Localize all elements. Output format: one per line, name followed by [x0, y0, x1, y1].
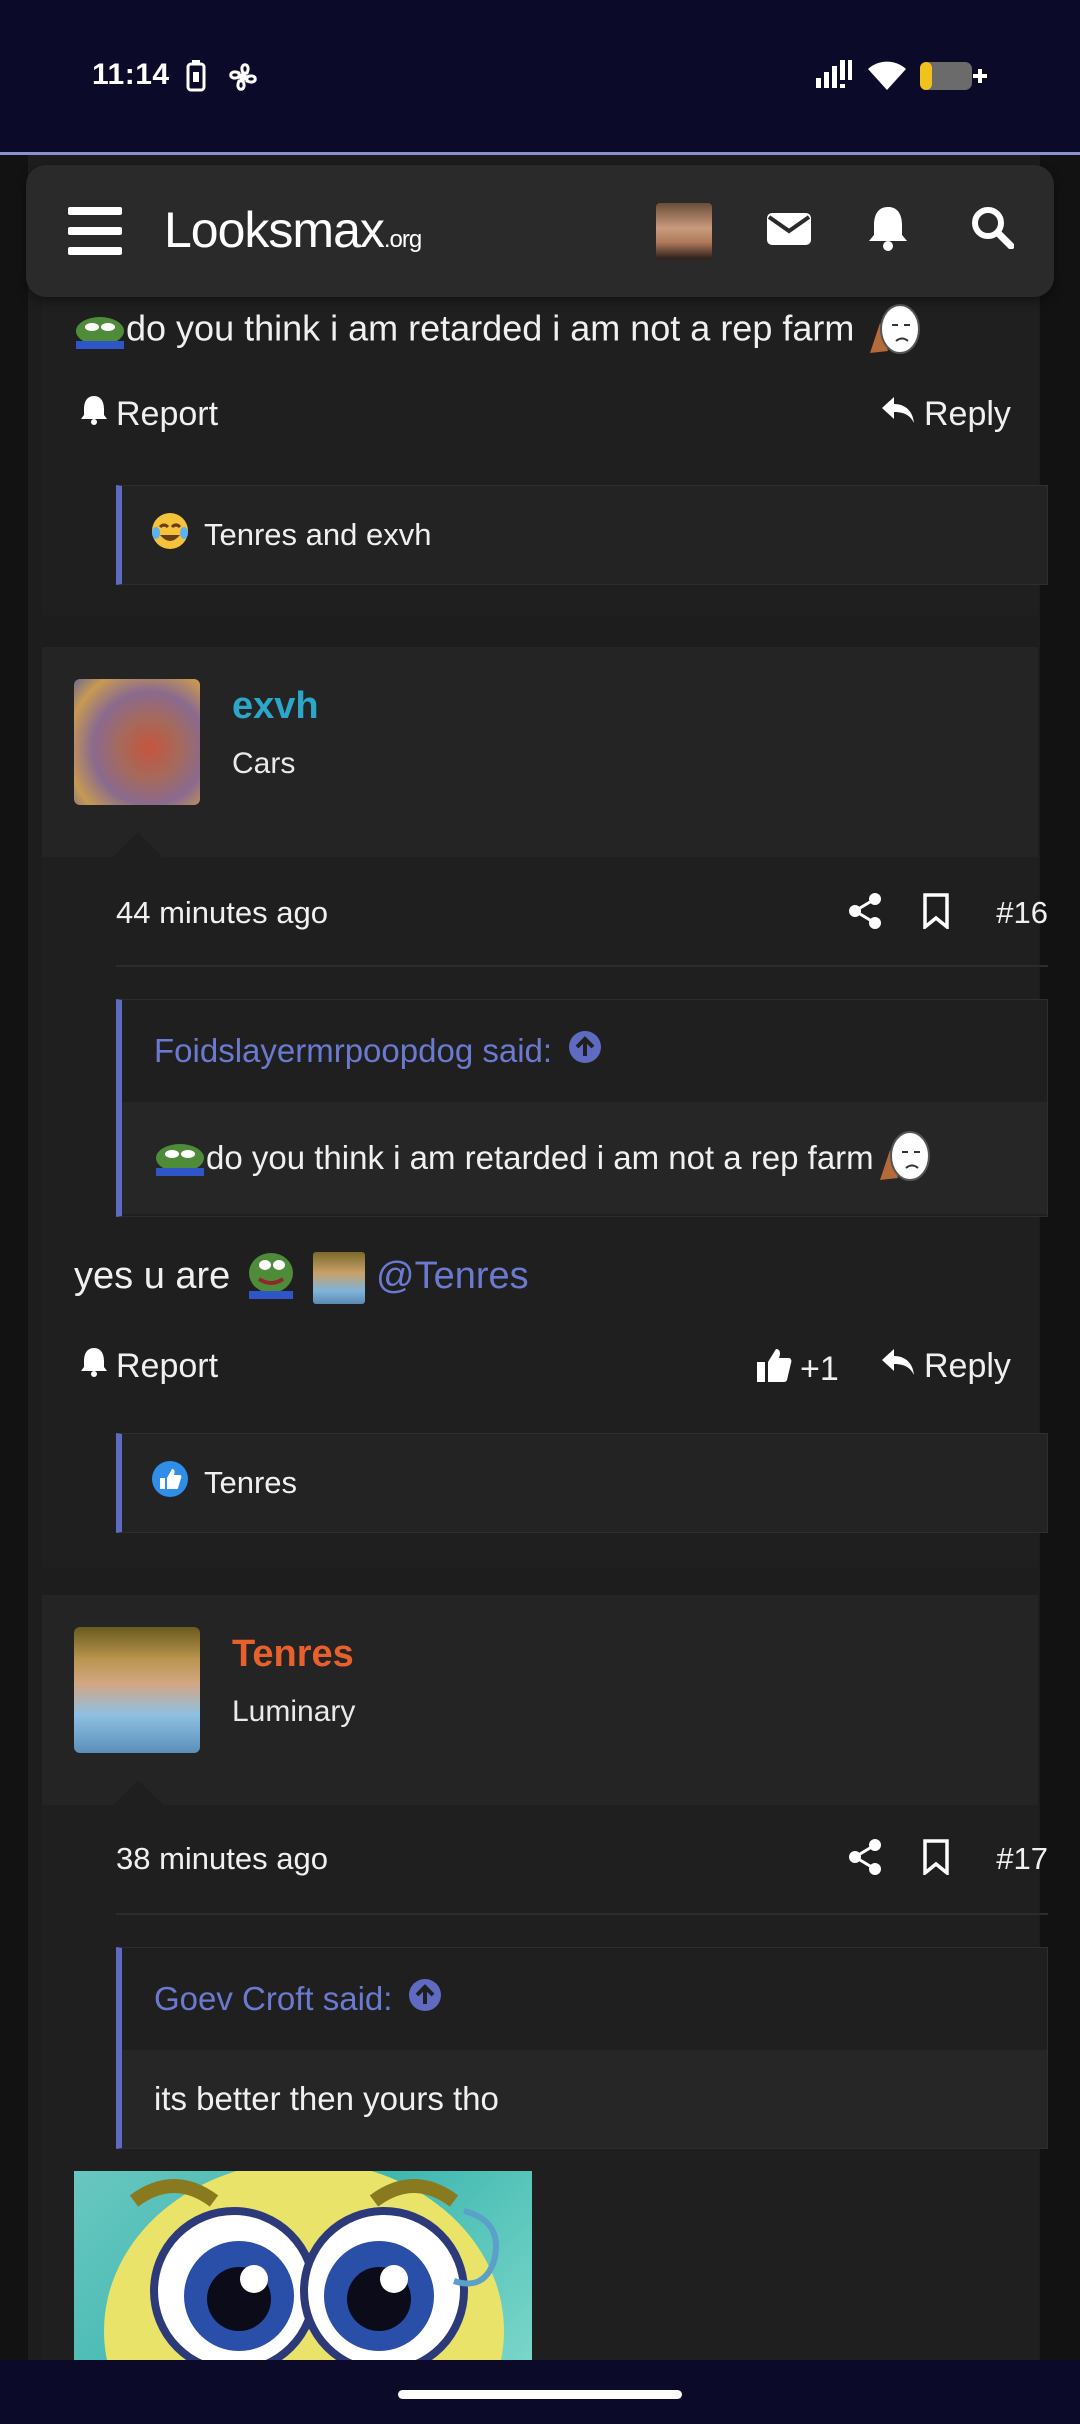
post-17-image[interactable]	[74, 2171, 532, 2361]
quote-text: do you think i am retarded i am not a re…	[206, 1139, 874, 1176]
quote-author[interactable]: Foidslayermrpoopdog said:	[154, 1032, 552, 1070]
wojak-emoji-icon	[864, 303, 922, 359]
home-gesture-handle[interactable]	[398, 2390, 682, 2399]
go-to-quote-icon[interactable]	[408, 1978, 442, 2020]
status-time: 11:14	[92, 58, 170, 91]
like-reaction-icon	[150, 1459, 190, 1507]
crying-laugh-reaction-icon	[150, 511, 190, 559]
post-16: 44 minutes ago #16 Foidslayermrpoopdog s…	[42, 857, 1048, 1567]
post-16-user-header: exvh Cars	[42, 647, 1038, 858]
quote-text: its better then yours tho	[154, 2080, 499, 2117]
reply-icon	[880, 1347, 916, 1386]
post-17-user-header: Tenres Luminary	[42, 1595, 1038, 1806]
post-15: do you think i am retarded i am not a re…	[42, 297, 1048, 615]
report-label: Report	[116, 1347, 219, 1385]
pepe-emoji-icon	[74, 311, 126, 351]
meta-divider	[116, 1913, 1048, 1915]
post-16-number[interactable]: #16	[996, 895, 1048, 931]
post-16-text: yes u are	[74, 1255, 231, 1298]
post-17-time[interactable]: 38 minutes ago	[116, 1841, 328, 1877]
search-icon[interactable]	[970, 205, 1015, 254]
site-logo[interactable]: Looksmax.org	[164, 201, 422, 259]
like-button[interactable]: +1	[756, 1347, 839, 1392]
post-16-time[interactable]: 44 minutes ago	[116, 895, 328, 931]
post-17-quote: Goev Croft said: its better then yours t…	[116, 1947, 1048, 2149]
reply-button[interactable]: Reply	[880, 1347, 1011, 1386]
exvh-avatar[interactable]	[74, 679, 200, 805]
post-17-user-title: Luminary	[232, 1695, 356, 1728]
reply-label: Reply	[924, 395, 1011, 433]
account-avatar[interactable]	[656, 203, 712, 259]
reactions-bar[interactable]: Tenres	[116, 1433, 1048, 1533]
logo-suffix: .org	[383, 226, 422, 253]
bookmark-icon[interactable]	[922, 1839, 950, 1880]
pepe-emoji-icon	[154, 1138, 206, 1178]
header-notch	[112, 832, 164, 858]
reactions-text: Tenres and exvh	[204, 517, 432, 552]
wifi-icon	[866, 60, 908, 97]
meta-divider	[116, 965, 1048, 967]
reactions-bar[interactable]: Tenres and exvh	[116, 485, 1048, 585]
post-17-username[interactable]: Tenres	[232, 1633, 354, 1676]
quote-header[interactable]: Goev Croft said:	[122, 1948, 1047, 2050]
go-to-quote-icon[interactable]	[568, 1030, 602, 1072]
quote-body: do you think i am retarded i am not a re…	[122, 1102, 1047, 1214]
post-16-user-title: Cars	[232, 747, 296, 780]
post-17-number[interactable]: #17	[996, 1841, 1048, 1877]
post-16-username[interactable]: exvh	[232, 685, 319, 728]
reply-button[interactable]: Reply	[880, 395, 1011, 434]
tenres-mini-avatar	[313, 1252, 366, 1304]
share-icon[interactable]	[848, 1839, 882, 1880]
report-button[interactable]: Report	[80, 395, 218, 434]
fan-icon	[226, 60, 260, 99]
status-bar: 11:14	[0, 0, 1080, 152]
signal-icon	[814, 60, 854, 95]
logo-text: Looksmax	[164, 202, 385, 258]
battery-saver-icon	[186, 60, 206, 97]
tenres-avatar[interactable]	[74, 1627, 200, 1753]
post-16-meta: 44 minutes ago #16	[116, 885, 1048, 945]
user-mention-link[interactable]: @Tenres	[376, 1255, 529, 1297]
menu-icon[interactable]	[68, 207, 122, 255]
like-count: +1	[800, 1350, 839, 1388]
quote-body: its better then yours tho	[122, 2050, 1047, 2148]
report-label: Report	[116, 395, 219, 433]
battery-icon	[918, 60, 990, 97]
pepe-pointing-emoji-icon	[241, 1245, 303, 1311]
reactions-text: Tenres	[204, 1465, 298, 1500]
share-icon[interactable]	[848, 893, 882, 934]
site-navbar: Looksmax.org	[26, 165, 1054, 297]
reply-icon	[880, 395, 916, 434]
post-16-quote: Foidslayermrpoopdog said: do you think i…	[116, 999, 1048, 1217]
wojak-emoji-icon	[874, 1130, 932, 1186]
quote-header[interactable]: Foidslayermrpoopdog said:	[122, 1000, 1047, 1102]
mail-icon[interactable]	[766, 209, 812, 254]
report-bell-icon	[80, 1347, 108, 1386]
report-bell-icon	[80, 395, 108, 434]
report-button[interactable]: Report	[80, 1347, 218, 1386]
post-16-body: yes u are @Tenres	[74, 1245, 529, 1311]
post-17-meta: 38 minutes ago #17	[116, 1831, 1048, 1891]
thumbs-up-icon	[756, 1347, 792, 1392]
bell-icon[interactable]	[868, 205, 908, 256]
system-nav-bar	[0, 2360, 1080, 2424]
quote-author[interactable]: Goev Croft said:	[154, 1980, 392, 2018]
post-15-text: do you think i am retarded i am not a re…	[126, 307, 855, 349]
reply-label: Reply	[924, 1347, 1011, 1385]
post-15-body: do you think i am retarded i am not a re…	[74, 303, 922, 359]
bookmark-icon[interactable]	[922, 893, 950, 934]
header-notch	[112, 1780, 164, 1806]
